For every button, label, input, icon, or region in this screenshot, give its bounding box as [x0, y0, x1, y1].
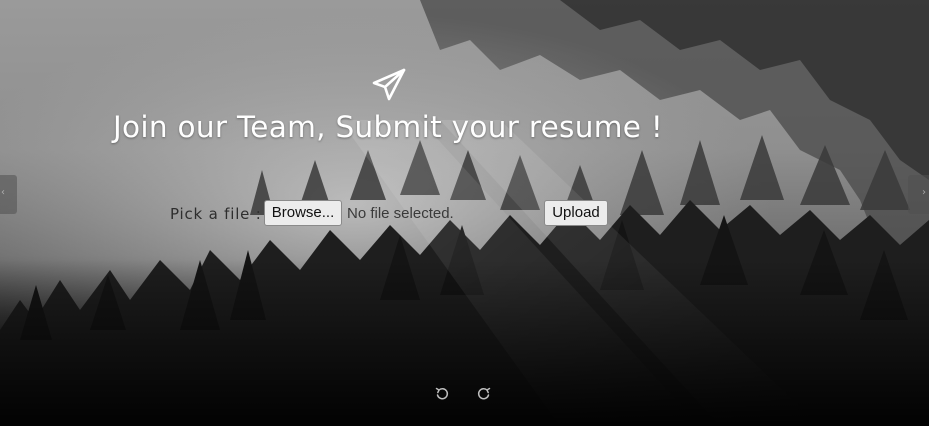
- paper-plane-icon: [372, 68, 406, 101]
- file-status-text: No file selected.: [347, 205, 454, 222]
- hero-section: ‹ › Join our Team, Submit your resume ! …: [0, 0, 929, 426]
- rotate-cw-icon[interactable]: [476, 386, 492, 402]
- carousel-prev-button[interactable]: ‹: [0, 175, 17, 214]
- chevron-right-icon: ›: [922, 187, 926, 198]
- foggy-forest-background: [0, 0, 929, 426]
- upload-button[interactable]: Upload: [544, 200, 608, 226]
- carousel-next-button[interactable]: ›: [908, 175, 929, 214]
- rotate-ccw-icon[interactable]: [434, 386, 450, 402]
- file-picker-label: Pick a file :: [170, 205, 262, 223]
- chevron-left-icon: ‹: [1, 187, 5, 198]
- page-title: Join our Team, Submit your resume !: [113, 110, 664, 144]
- browse-button[interactable]: Browse...: [264, 200, 342, 226]
